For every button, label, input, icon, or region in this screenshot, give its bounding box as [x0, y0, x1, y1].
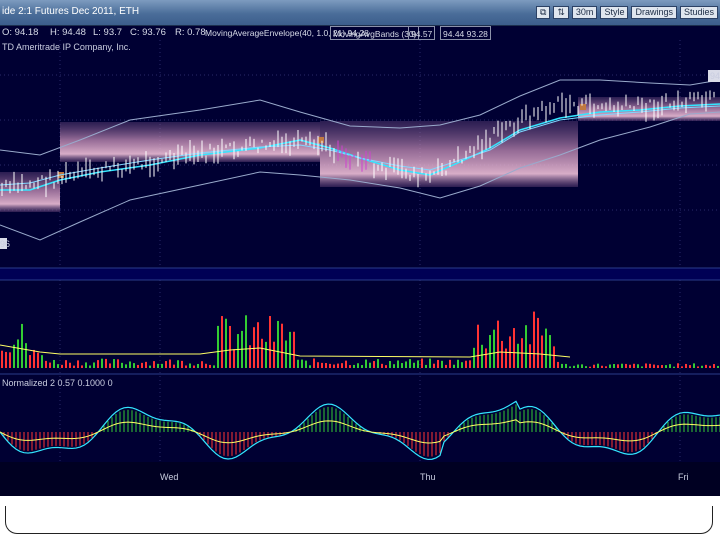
chart-toolbar: ⧉ ⇅ 30m Style Drawings Studies — [535, 6, 718, 19]
window-title: ide 2:1 Futures Dec 2011, ETH — [2, 6, 140, 17]
study2-label: MovingAvgBands (30) — [330, 26, 420, 40]
study3-value: 94.44 93.28 — [440, 26, 491, 40]
time-axis-label: Fri — [678, 472, 689, 482]
oscillator-panel: Normalized 2 0.57 0.1000 0 — [0, 378, 720, 461]
chart-canvas[interactable]: 94 96 Normalized 2 0.57 0.1000 0 Wed Thu Fr… — [0, 0, 720, 496]
time-axis-label: Wed — [160, 472, 178, 482]
session-marker — [580, 104, 586, 110]
session-marker — [318, 137, 324, 143]
trading-chart-window: 94 96 Normalized 2 0.57 0.1000 0 Wed Thu Fr… — [0, 0, 720, 496]
page-frame — [5, 506, 713, 534]
toolbar-button-3[interactable]: Style — [600, 6, 629, 19]
high-value: H: 94.48 — [50, 27, 86, 38]
title-bar: ide 2:1 Futures Dec 2011, ETH ⧉ ⇅ 30m Style… — [0, 0, 720, 26]
toolbar-button-2[interactable]: 30m — [571, 6, 598, 19]
toolbar-button-0[interactable]: ⧉ — [535, 6, 551, 19]
value-area-zone — [0, 172, 60, 212]
oscillator-name: Normalized 2 0.57 0.1000 0 — [2, 378, 113, 388]
ohlc-readout: O: 94.18 H: 94.48 L: 93.7 C: 93.76 R: 0.… — [0, 26, 720, 40]
range-value: R: 0.78 — [175, 27, 206, 38]
left-edge-tag-text: 96 — [0, 239, 10, 249]
close-value: C: 93.76 — [130, 27, 166, 38]
open-value: O: 94.18 — [2, 27, 39, 38]
data-provider-label: TD Ameritrade IP Company, Inc. — [2, 42, 131, 52]
study2-value: 94.57 — [408, 26, 436, 40]
toolbar-button-5[interactable]: Studies — [679, 6, 718, 19]
low-value: L: 93.7 — [93, 27, 123, 38]
time-axis-label: Thu — [420, 472, 436, 482]
panel-separator — [0, 268, 720, 280]
toolbar-button-4[interactable]: Drawings — [631, 6, 677, 19]
value-area-zone — [320, 121, 578, 187]
volume-panel — [0, 311, 719, 368]
last-price-text: 94 — [710, 71, 720, 81]
toolbar-button-1[interactable]: ⇅ — [553, 6, 569, 19]
axis-strip — [0, 462, 720, 496]
